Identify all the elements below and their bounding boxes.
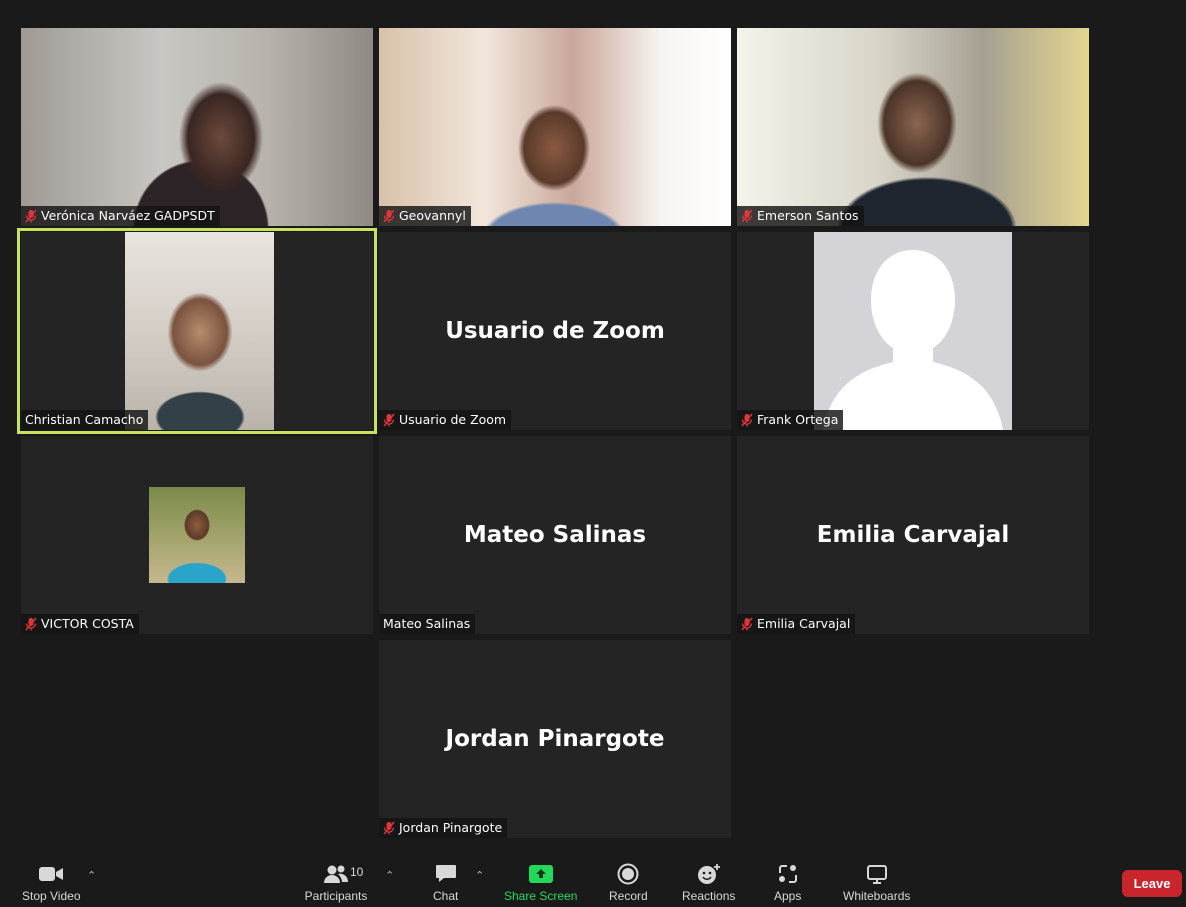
apps-label: Apps [774,889,802,903]
chat-label: Chat [433,889,459,903]
reactions-button[interactable]: Reactions [682,862,735,903]
share-screen-button[interactable]: Share Screen [504,862,577,903]
profile-picture [149,487,245,583]
video-tile[interactable]: Verónica Narváez GADPSDT [21,28,373,226]
mic-muted-icon [741,209,753,223]
apps-icon [777,862,799,886]
participant-video [21,28,373,226]
participant-display-name: Mateo Salinas [463,522,647,548]
whiteboards-label: Whiteboards [843,889,911,903]
participant-name: Emerson Santos [757,208,859,223]
participant-display-name: Usuario de Zoom [445,318,665,344]
smiley-plus-icon [697,862,721,886]
participant-name: Emilia Carvajal [757,616,851,631]
mic-muted-icon [25,617,37,631]
stop-video-button[interactable]: Stop Video [22,862,81,903]
video-tile[interactable]: Geovannyl [379,28,731,226]
name-tag: Emerson Santos [737,206,864,226]
mic-muted-icon [383,209,395,223]
video-tile[interactable]: Jordan Pinargote Jordan Pinargote [379,640,731,838]
name-tag: Emilia Carvajal [737,614,856,634]
mic-muted-icon [741,413,753,427]
video-tile[interactable]: Mateo Salinas Mateo Salinas [379,436,731,634]
participant-name: Usuario de Zoom [399,412,507,427]
participant-name: Verónica Narváez GADPSDT [41,208,215,223]
record-icon [617,862,639,886]
participant-display-name: Emilia Carvajal [816,522,1010,548]
record-label: Record [609,889,648,903]
stop-video-label: Stop Video [22,889,81,903]
mic-muted-icon [741,617,753,631]
whiteboards-button[interactable]: Whiteboards [843,862,910,903]
chat-options-chevron-icon[interactable]: ⌃ [475,869,484,882]
participant-name: Geovannyl [399,208,466,223]
video-tile[interactable]: Usuario de Zoom Usuario de Zoom [379,232,731,430]
share-screen-label: Share Screen [504,889,578,903]
name-tag: Jordan Pinargote [379,818,508,838]
participants-icon [323,862,349,886]
leave-button[interactable]: Leave [1122,870,1182,897]
video-tile[interactable]: VICTOR COSTA [21,436,373,634]
video-camera-icon [38,862,64,886]
participant-video [379,28,731,226]
video-tile[interactable]: Emilia Carvajal Emilia Carvajal [737,436,1089,634]
participants-button[interactable]: 10 Participants [303,862,369,903]
apps-button[interactable]: Apps [774,862,801,903]
record-button[interactable]: Record [609,862,648,903]
video-tile[interactable]: Emerson Santos [737,28,1089,226]
video-options-chevron-icon[interactable]: ⌃ [87,869,96,882]
participant-video [737,28,1089,226]
name-tag: Mateo Salinas [379,614,476,634]
mic-muted-icon [25,209,37,223]
participants-options-chevron-icon[interactable]: ⌃ [385,869,394,882]
name-tag: Frank Ortega [737,410,844,430]
name-tag: Verónica Narváez GADPSDT [21,206,220,226]
participant-display-name: Jordan Pinargote [445,726,665,752]
participants-count: 10 [350,865,364,879]
video-tile-active-speaker[interactable]: Christian Camacho [17,228,377,434]
participant-video [125,232,274,430]
participant-name: Frank Ortega [757,412,839,427]
chat-button[interactable]: Chat [433,862,458,903]
participant-name: Christian Camacho [25,412,144,427]
mic-muted-icon [383,413,395,427]
participant-name: Mateo Salinas [383,616,471,631]
name-tag: VICTOR COSTA [21,614,139,634]
participant-name: VICTOR COSTA [41,616,134,631]
default-avatar-icon [814,232,1012,430]
chat-bubble-icon [435,862,457,886]
name-tag: Geovannyl [379,206,471,226]
name-tag: Christian Camacho [21,410,149,430]
whiteboard-icon [866,862,888,886]
participant-name: Jordan Pinargote [399,820,503,835]
share-screen-icon [528,862,553,886]
video-tile[interactable]: Frank Ortega [737,232,1089,430]
mic-muted-icon [383,821,395,835]
meeting-toolbar: Stop Video ⌃ 10 Participants ⌃ Chat ⌃ Sh… [0,855,1186,907]
participants-label: Participants [304,889,368,903]
reactions-label: Reactions [682,889,736,903]
name-tag: Usuario de Zoom [379,410,512,430]
